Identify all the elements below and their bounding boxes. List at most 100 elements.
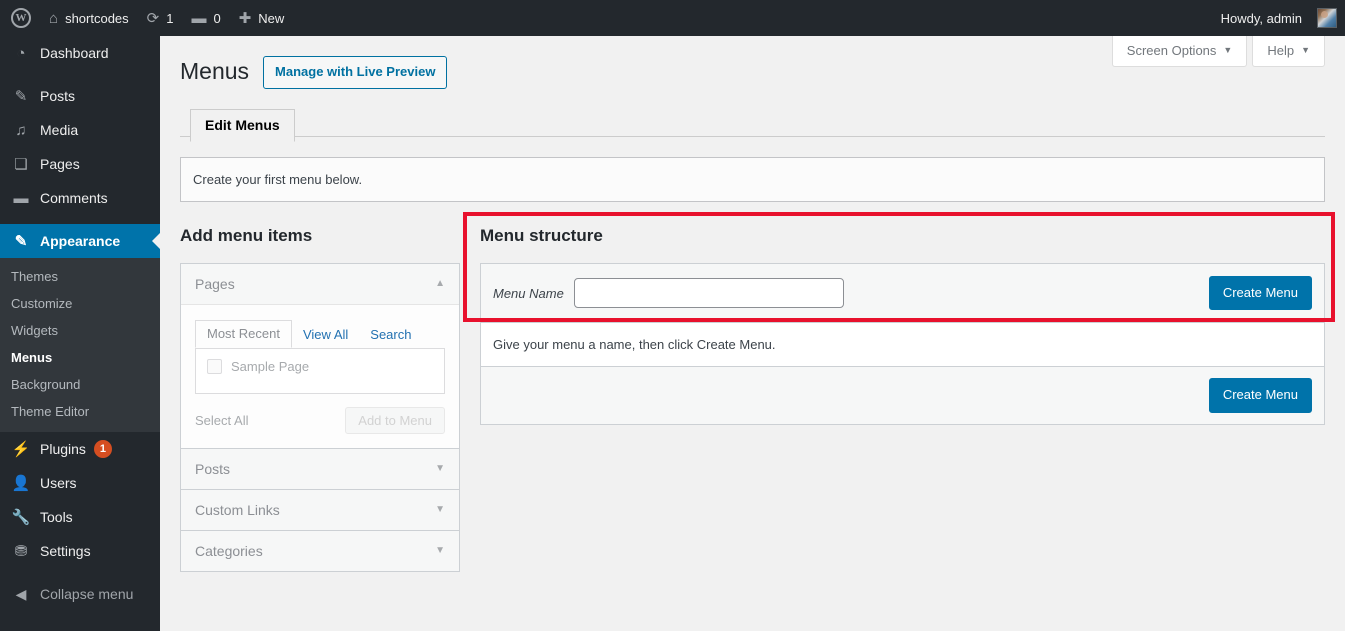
accordion-title: Categories: [195, 543, 263, 560]
comments-menu[interactable]: ▬ 0: [182, 0, 229, 36]
collapse-menu-button[interactable]: ◀ Collapse menu: [0, 577, 160, 611]
tab-most-recent[interactable]: Most Recent: [195, 320, 292, 349]
sidebar-item-users[interactable]: 👤 Users: [0, 466, 160, 500]
menu-structure-hint: Give your menu a name, then click Create…: [481, 323, 1324, 368]
plus-icon: ✚: [238, 9, 252, 27]
sidebar-item-menus[interactable]: Menus: [0, 344, 160, 371]
pages-icon: ❏: [14, 155, 28, 173]
sidebar-item-background[interactable]: Background: [0, 371, 160, 398]
sidebar-item-label: Settings: [40, 543, 91, 559]
comment-bubble-icon: ▬: [13, 189, 29, 207]
dashboard-icon: ◔: [16, 44, 26, 62]
accordion-section-custom-links: Custom Links ▼: [181, 490, 459, 532]
sidebar-item-plugins[interactable]: ⚡ Plugins 1: [0, 432, 160, 466]
sidebar-item-label: Comments: [40, 190, 108, 206]
pin-icon: ✎: [14, 87, 28, 105]
sidebar-separator: [0, 568, 160, 577]
sidebar-item-comments[interactable]: ▬ Comments: [0, 181, 160, 215]
admin-bar: ⌂ shortcodes ⟳ 1 ▬ 0 ✚ New Howdy, admin: [0, 0, 1345, 36]
my-account-menu[interactable]: Howdy, admin: [1212, 0, 1345, 36]
pages-most-recent-panel: Sample Page: [195, 348, 445, 395]
sidebar-item-label: Dashboard: [40, 45, 109, 61]
chevron-down-icon: ▼: [435, 545, 445, 557]
sliders-icon: ⛃: [14, 542, 28, 560]
main-content: Screen Options ▼ Help ▼ Menus Manage wit…: [160, 36, 1345, 631]
accordion-header-categories[interactable]: Categories ▼: [181, 531, 459, 572]
menu-structure-heading: Menu structure: [480, 226, 603, 246]
create-menu-button-bottom[interactable]: Create Menu: [1208, 378, 1312, 413]
chevron-down-icon: ▼: [435, 504, 445, 516]
menu-name-input[interactable]: [573, 278, 844, 309]
hint-text: Give your menu a name, then click Create…: [493, 337, 776, 353]
page-title: Menus: [180, 58, 250, 85]
accordion-title: Pages: [195, 276, 235, 293]
comments-count: 0: [213, 10, 221, 26]
sidebar-item-themes[interactable]: Themes: [0, 263, 160, 290]
chevron-up-icon: ▲: [435, 278, 445, 290]
sidebar-item-customize[interactable]: Customize: [0, 290, 160, 317]
add-menu-items-heading: Add menu items: [180, 226, 313, 246]
accordion-title: Custom Links: [195, 502, 280, 519]
paintbrush-icon: ✎: [14, 232, 28, 250]
site-name-menu[interactable]: ⌂ shortcodes: [40, 0, 138, 36]
accordion-header-custom-links[interactable]: Custom Links ▼: [181, 490, 459, 531]
tab-view-all[interactable]: View All: [292, 322, 359, 348]
sidebar-item-widgets[interactable]: Widgets: [0, 317, 160, 344]
menu-structure-wrapper: Menu structure Menu Name Create Menu Giv…: [463, 212, 1335, 425]
accordion-body-pages: Most Recent View All Search Sample Page …: [181, 305, 459, 449]
tab-edit-menus[interactable]: Edit Menus: [190, 108, 295, 143]
sidebar-item-label: Plugins: [40, 441, 86, 457]
sidebar-item-label: Tools: [40, 509, 73, 525]
help-label: Help: [1267, 43, 1295, 58]
sidebar-item-label: Users: [40, 475, 77, 491]
sidebar-item-appearance[interactable]: ✎ Appearance: [0, 224, 160, 258]
tab-search[interactable]: Search: [359, 322, 422, 348]
nav-tab-wrapper: Edit Menus: [180, 108, 1325, 143]
sidebar-item-posts[interactable]: ✎ Posts: [0, 79, 160, 113]
accordion-header-posts[interactable]: Posts ▼: [181, 449, 459, 490]
admin-sidebar: ◔ Dashboard ✎ Posts ♫ Media ❏ Pages ▬ Co…: [0, 36, 160, 631]
appearance-submenu: Themes Customize Widgets Menus Backgroun…: [0, 258, 160, 432]
new-content-menu[interactable]: ✚ New: [230, 0, 294, 36]
screen-options-label: Screen Options: [1126, 43, 1217, 58]
accordion-header-pages[interactable]: Pages ▲: [181, 264, 459, 306]
add-menu-items-accordion: Pages ▲ Most Recent View All Search Samp…: [180, 263, 460, 573]
menu-structure-column: Menu structure Menu Name Create Menu Giv…: [463, 212, 1335, 425]
pages-footer: Select All Add to Menu: [195, 394, 445, 435]
collapse-arrow-icon: ◀: [15, 586, 27, 602]
sidebar-item-theme-editor[interactable]: Theme Editor: [0, 398, 160, 425]
accordion-section-pages: Pages ▲ Most Recent View All Search Samp…: [181, 264, 459, 450]
chevron-down-icon: ▼: [1301, 45, 1310, 55]
updates-icon: ⟳: [146, 9, 160, 27]
wordpress-logo-icon: [11, 8, 31, 28]
screen-meta-links: Screen Options ▼ Help ▼: [1111, 36, 1325, 67]
add-to-menu-button[interactable]: Add to Menu: [345, 407, 445, 435]
help-button[interactable]: Help ▼: [1252, 36, 1325, 67]
media-icon: ♫: [15, 121, 27, 139]
select-all-link[interactable]: Select All: [195, 413, 248, 428]
menu-name-row: Menu Name Create Menu: [481, 264, 1324, 324]
sample-page-checkbox[interactable]: [207, 359, 222, 375]
sidebar-item-tools[interactable]: 🔧 Tools: [0, 500, 160, 534]
comment-bubble-icon: ▬: [191, 9, 207, 27]
notice-create-first-menu: Create your first menu below.: [180, 156, 1325, 203]
sidebar-item-dashboard[interactable]: ◔ Dashboard: [0, 36, 160, 70]
sidebar-separator: [0, 70, 160, 79]
sidebar-item-label: Appearance: [40, 233, 121, 249]
chevron-down-icon: ▼: [1223, 45, 1233, 55]
sidebar-item-settings[interactable]: ⛃ Settings: [0, 534, 160, 568]
accordion-section-categories: Categories ▼: [181, 531, 459, 572]
collapse-menu-label: Collapse menu: [40, 586, 134, 602]
sidebar-item-media[interactable]: ♫ Media: [0, 113, 160, 147]
wordpress-logo-button[interactable]: [0, 0, 40, 36]
create-menu-button-top[interactable]: Create Menu: [1208, 276, 1312, 311]
updates-menu[interactable]: ⟳ 1: [138, 0, 183, 36]
manage-with-live-preview-button[interactable]: Manage with Live Preview: [263, 56, 448, 89]
list-item[interactable]: Sample Page: [207, 359, 433, 375]
sidebar-item-label: Posts: [40, 88, 76, 104]
sidebar-item-label: Pages: [40, 156, 80, 172]
avatar: [1317, 8, 1337, 28]
screen-options-button[interactable]: Screen Options ▼: [1111, 36, 1248, 67]
wrench-icon: 🔧: [11, 508, 31, 526]
sidebar-item-pages[interactable]: ❏ Pages: [0, 147, 160, 181]
